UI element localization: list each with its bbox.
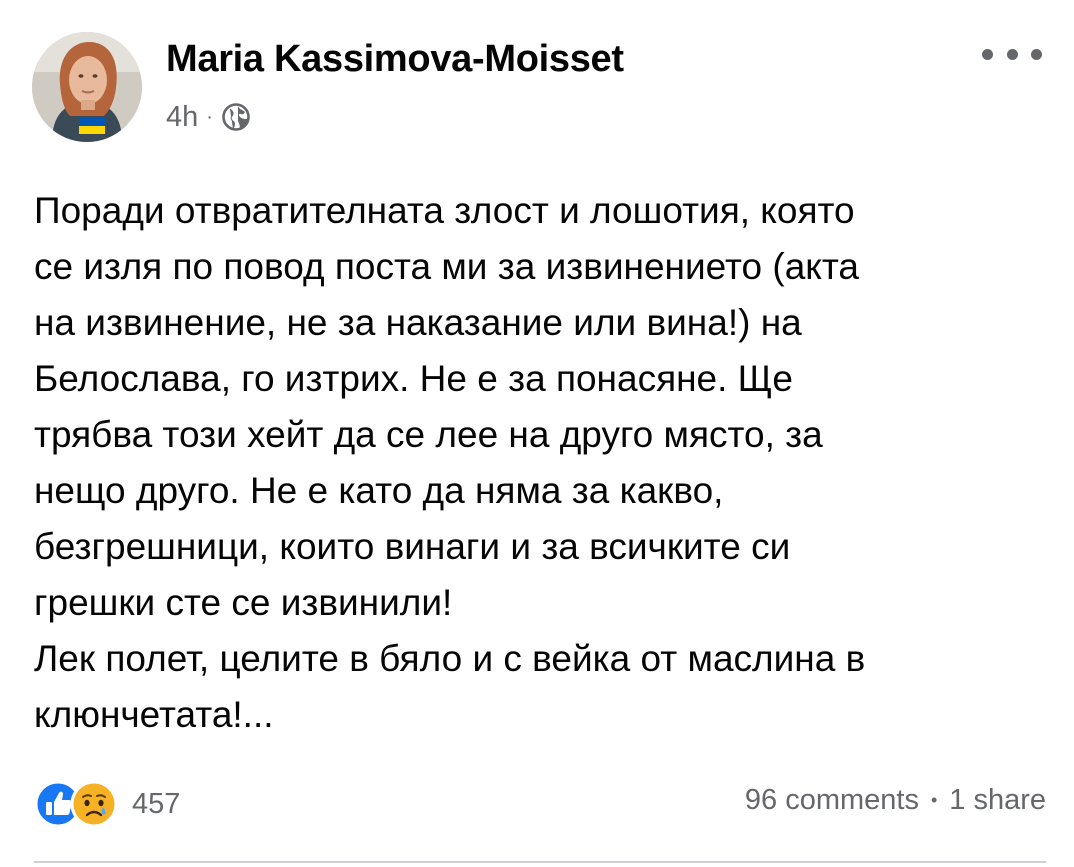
- sad-icon: [70, 780, 118, 828]
- reactions-summary[interactable]: 457: [34, 780, 180, 828]
- post-text-line: Белослава, го изтрих. Не е за понасяне. …: [34, 358, 793, 399]
- post-meta: 4h ·: [166, 97, 251, 137]
- post-text-line: Лек полет, целите в бяло и с вейка от ма…: [34, 638, 866, 679]
- author-avatar[interactable]: [32, 32, 142, 142]
- more-dot: [1006, 48, 1018, 60]
- globe-icon[interactable]: [221, 102, 251, 132]
- post-text-line: клюнчетата!...: [34, 694, 274, 735]
- more-options-icon[interactable]: [982, 42, 1042, 66]
- more-dot: [982, 48, 993, 60]
- reaction-count: 457: [132, 787, 181, 820]
- stats-separator: •: [930, 790, 938, 810]
- post-timestamp[interactable]: 4h: [166, 101, 198, 134]
- divider: [34, 861, 1046, 863]
- more-dot: [1031, 48, 1042, 60]
- post-text-line: на извинение, не за наказание или вина!)…: [34, 302, 802, 343]
- post-text-line: нещо друго. Не е като да няма за какво,: [34, 470, 724, 511]
- post-text: Поради отвратителната злост и лошотия, к…: [34, 183, 1044, 743]
- comments-count[interactable]: 96 comments: [745, 784, 919, 817]
- author-name[interactable]: Maria Kassimova-Moisset: [166, 38, 624, 81]
- post-text-line: безгрешници, които винаги и за всичките …: [34, 526, 791, 567]
- shares-count[interactable]: 1 share: [949, 784, 1046, 817]
- post-stats: 96 comments • 1 share: [745, 784, 1046, 817]
- post-text-line: Поради отвратителната злост и лошотия, к…: [34, 190, 855, 231]
- post-text-line: грешки сте се извинили!: [34, 582, 453, 623]
- post-text-line: трябва този хейт да се лее на друго мяст…: [34, 414, 823, 455]
- meta-separator: ·: [206, 105, 213, 128]
- post-text-line: се изля по повод поста ми за извинението…: [34, 246, 859, 287]
